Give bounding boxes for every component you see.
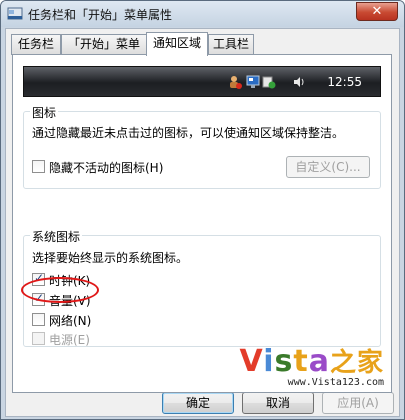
customize-button[interactable]: 自定义(C)... (286, 156, 370, 178)
taskbar-properties-icon (7, 7, 23, 20)
network-label: 网络(N) (49, 314, 92, 328)
system-icons-group-title: 系统图标 (30, 228, 83, 245)
tab-notification-area[interactable]: 通知区域 (146, 32, 208, 56)
vista123-watermark: Vista之家 www.Vista123.com (239, 344, 384, 389)
power-checkbox: 电源(E) (32, 331, 102, 347)
close-button[interactable]: ✕ (356, 2, 398, 21)
tray-clock: 12:55 (327, 75, 362, 89)
ok-button[interactable]: 确定 (162, 392, 234, 414)
notification-area-panel: 12:55 图标 通过隐藏最近未点击过的图标，可以使通知区域保持整洁。 隐藏不活… (12, 54, 392, 393)
properties-window: 任务栏和「开始」菜单属性 ✕ 任务栏 「开始」菜单 通知区域 工具栏 12:55… (0, 0, 405, 420)
title-bar[interactable]: 任务栏和「开始」菜单属性 ✕ (1, 1, 404, 27)
volume-icon (294, 77, 304, 87)
tab-start-menu[interactable]: 「开始」菜单 (61, 34, 147, 55)
watermark-logo: Vista之家 (239, 344, 384, 379)
highlight-ellipse (21, 277, 99, 303)
system-icons-description: 选择要始终显示的系统图标。 (32, 251, 189, 265)
tab-toolbars[interactable]: 工具栏 (208, 34, 254, 55)
cancel-button[interactable]: 取消 (242, 392, 314, 414)
hide-inactive-checkbox-box[interactable] (32, 160, 45, 173)
apply-button[interactable]: 应用(A) (322, 392, 394, 414)
icons-group-title: 图标 (30, 104, 59, 121)
network-checkbox[interactable]: 网络(N) (32, 312, 102, 328)
user-error-icon (230, 76, 242, 89)
power-label: 电源(E) (49, 333, 90, 347)
icons-group: 图标 通过隐藏最近未点击过的图标，可以使通知区域保持整洁。 隐藏不活动的图标(H… (23, 104, 381, 189)
hide-inactive-icons-checkbox[interactable]: 隐藏不活动的图标(H) (32, 159, 182, 175)
network-icon (246, 75, 260, 88)
taskbar-preview: 12:55 (23, 66, 381, 97)
power-checkbox-box (32, 332, 45, 345)
window-title: 任务栏和「开始」菜单属性 (28, 8, 173, 22)
security-check-icon (262, 76, 276, 89)
icons-description: 通过隐藏最近未点击过的图标，可以使通知区域保持整洁。 (32, 126, 345, 140)
hide-inactive-label: 隐藏不活动的图标(H) (49, 161, 164, 175)
network-checkbox-box[interactable] (32, 313, 45, 326)
tab-taskbar[interactable]: 任务栏 (11, 34, 61, 55)
